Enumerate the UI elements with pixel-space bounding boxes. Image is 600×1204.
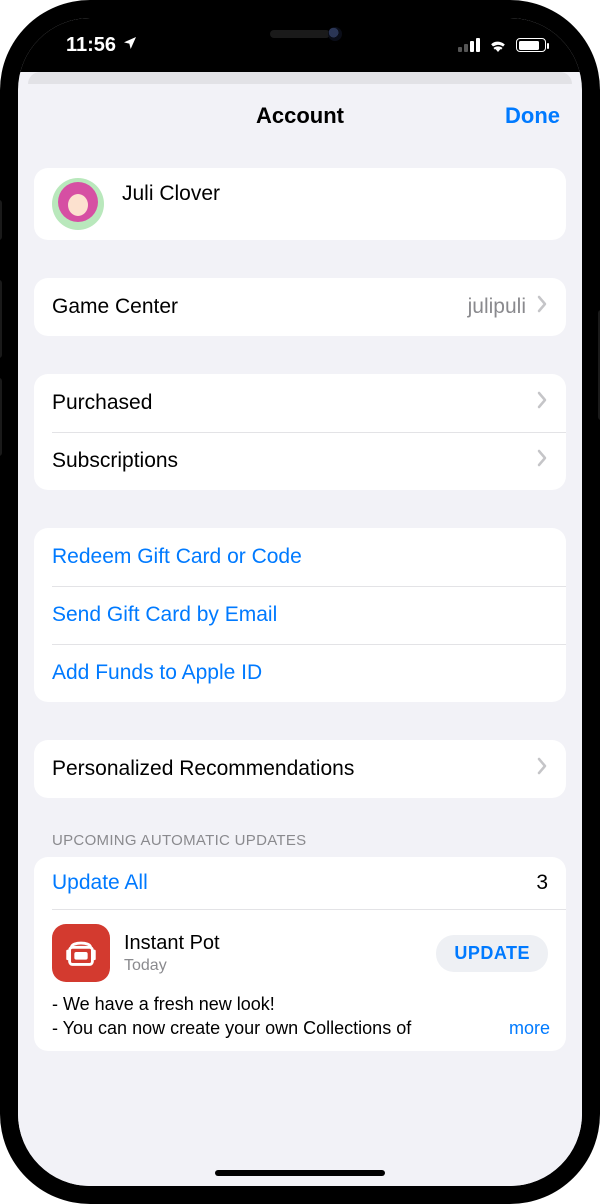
gamecenter-value: julipuli [468,295,526,319]
redeem-label: Redeem Gift Card or Code [52,545,548,569]
wifi-icon [488,38,508,52]
profile-group: Juli Clover [34,168,566,240]
subscriptions-row[interactable]: Subscriptions [34,432,566,490]
app-name: Instant Pot [124,932,422,955]
add-funds-row[interactable]: Add Funds to Apple ID [34,644,566,702]
home-indicator[interactable] [215,1170,385,1176]
recommendations-label: Personalized Recommendations [52,757,536,781]
updates-count: 3 [536,871,548,895]
cellular-signal-icon [458,38,480,52]
release-notes: - We have a fresh new look! - You can no… [34,992,566,1051]
page-title: Account [256,103,344,129]
release-note-line: - We have a fresh new look! [52,992,548,1016]
avatar [52,178,104,230]
app-update-date: Today [124,957,422,975]
done-button[interactable]: Done [505,103,560,129]
profile-row[interactable]: Juli Clover [34,168,566,240]
location-icon [122,34,138,57]
gamecenter-group: Game Center julipuli [34,278,566,336]
gamecenter-label: Game Center [52,295,468,319]
add-funds-label: Add Funds to Apple ID [52,661,548,685]
release-note-line: - You can now create your own Collection… [52,1016,548,1040]
update-button[interactable]: UPDATE [436,935,548,972]
status-time: 11:56 [66,34,116,57]
chevron-right-icon [536,449,548,473]
profile-name: Juli Clover [122,182,220,206]
recommendations-group: Personalized Recommendations [34,740,566,798]
purchased-row[interactable]: Purchased [34,374,566,432]
subscriptions-label: Subscriptions [52,449,536,473]
send-gift-row[interactable]: Send Gift Card by Email [34,586,566,644]
more-button[interactable]: more [485,1016,550,1040]
recommendations-row[interactable]: Personalized Recommendations [34,740,566,798]
chevron-right-icon [536,391,548,415]
gamecenter-row[interactable]: Game Center julipuli [34,278,566,336]
send-gift-label: Send Gift Card by Email [52,603,548,627]
purchased-label: Purchased [52,391,536,415]
purchases-group: Purchased Subscriptions [34,374,566,490]
device-notch [195,18,405,52]
sheet-background-card [28,72,572,84]
app-update-row[interactable]: Instant Pot Today UPDATE [34,910,566,992]
update-all-button[interactable]: Update All [52,871,148,895]
navigation-bar: Account Done [18,84,582,148]
redeem-row[interactable]: Redeem Gift Card or Code [34,528,566,586]
chevron-right-icon [536,757,548,781]
instant-pot-app-icon [52,924,110,982]
actions-group: Redeem Gift Card or Code Send Gift Card … [34,528,566,702]
updates-group: Update All 3 [34,857,566,1051]
chevron-right-icon [536,295,548,319]
updates-section-header: UPCOMING AUTOMATIC UPDATES [34,832,566,857]
battery-icon [516,38,546,52]
